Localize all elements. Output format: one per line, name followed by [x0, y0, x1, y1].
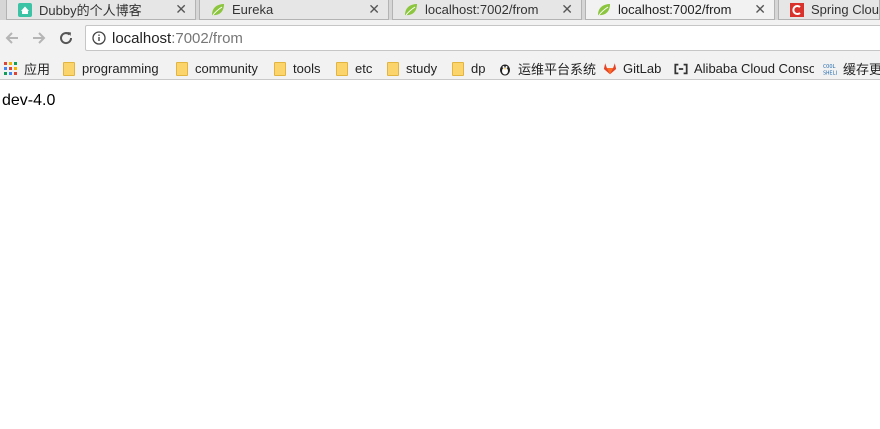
svg-text:SHELL: SHELL — [823, 70, 837, 76]
folder-icon — [62, 61, 76, 76]
tab-eureka[interactable]: Eureka ✕ — [199, 0, 389, 20]
house-icon — [17, 2, 33, 18]
close-icon[interactable]: ✕ — [175, 1, 187, 18]
alibaba-cloud-icon — [674, 62, 688, 76]
bookmark-gitlab[interactable]: GitLab — [603, 59, 661, 78]
reload-icon — [60, 32, 73, 45]
folder-icon — [335, 61, 349, 76]
bookmark-folder-study[interactable]: study — [386, 59, 437, 78]
bookmark-apps[interactable]: 应用 — [4, 59, 50, 78]
page-body-text: dev-4.0 — [2, 92, 56, 109]
browser-toolbar: localhost:7002/from — [0, 20, 880, 57]
bookmark-label: 运维平台系统 — [518, 62, 597, 77]
bookmark-folder-etc[interactable]: etc — [335, 59, 372, 78]
folder-icon — [273, 61, 287, 76]
tab-blog[interactable]: Dubby的个人博客 ✕ — [6, 0, 196, 20]
coolshell-icon: COOLSHELL — [823, 62, 837, 76]
bookmark-folder-community[interactable]: community — [175, 59, 258, 78]
url-host: localhost — [112, 29, 172, 47]
bookmark-label: programming — [82, 61, 159, 76]
tab-title: Spring Cloud — [811, 2, 879, 17]
url-path: :7002/from — [171, 29, 243, 47]
gitlab-fox-icon — [603, 62, 617, 76]
spring-leaf-icon — [596, 2, 612, 18]
folder-icon — [175, 61, 189, 76]
tab-localhost-from-1[interactable]: localhost:7002/from ✕ — [392, 0, 582, 20]
bookmark-folder-tools[interactable]: tools — [273, 59, 320, 78]
reload-button[interactable] — [56, 28, 76, 48]
apps-grid-icon — [4, 61, 18, 76]
tab-title: Dubby的个人博客 — [39, 3, 142, 18]
bookmark-label: etc — [355, 61, 373, 76]
tab-localhost-from-active[interactable]: localhost:7002/from ✕ — [585, 0, 775, 20]
bookmark-label: study — [406, 61, 438, 76]
bookmark-label: tools — [293, 61, 321, 76]
tab-title: localhost:7002/from — [618, 2, 732, 17]
bookmark-label: Alibaba Cloud Conso — [694, 61, 814, 76]
bookmark-coolshell[interactable]: COOLSHELL 缓存更 — [823, 59, 880, 78]
tab-strip: Dubby的个人博客 ✕ Eureka ✕ localhost:7002/fro… — [0, 0, 880, 20]
svg-text:COOL: COOL — [823, 64, 836, 70]
arrow-right-icon — [33, 32, 46, 44]
tab-title: localhost:7002/from — [425, 2, 539, 17]
back-button[interactable] — [2, 28, 22, 48]
bookmark-label: GitLab — [623, 61, 662, 76]
bookmark-ops-platform[interactable]: 运维平台系统 — [498, 59, 596, 78]
folder-icon — [386, 61, 400, 76]
close-icon[interactable]: ✕ — [561, 1, 573, 18]
bookmarks-bar: 应用 programming community tools etc study… — [0, 57, 880, 80]
penguin-icon — [498, 62, 512, 76]
bookmark-label: community — [195, 61, 258, 76]
spring-leaf-icon — [210, 2, 226, 18]
bookmark-folder-programming[interactable]: programming — [62, 59, 159, 78]
tab-spring-cloud[interactable]: Spring Cloud — [778, 0, 880, 20]
c-logo-icon — [789, 2, 805, 18]
close-icon[interactable]: ✕ — [754, 1, 766, 18]
bookmark-alibaba-cloud[interactable]: Alibaba Cloud Conso — [674, 59, 814, 78]
bookmark-label: 缓存更 — [843, 62, 880, 77]
bookmark-folder-dp[interactable]: dp — [451, 59, 485, 78]
arrow-left-icon — [5, 32, 18, 44]
address-bar[interactable]: localhost:7002/from — [85, 25, 880, 51]
bookmark-label: dp — [471, 61, 486, 76]
close-icon[interactable]: ✕ — [368, 1, 380, 18]
info-icon[interactable] — [92, 31, 106, 45]
spring-leaf-icon — [403, 2, 419, 18]
forward-button[interactable] — [29, 28, 49, 48]
folder-icon — [451, 61, 465, 76]
tab-title: Eureka — [232, 2, 274, 17]
bookmark-label: 应用 — [24, 62, 51, 77]
